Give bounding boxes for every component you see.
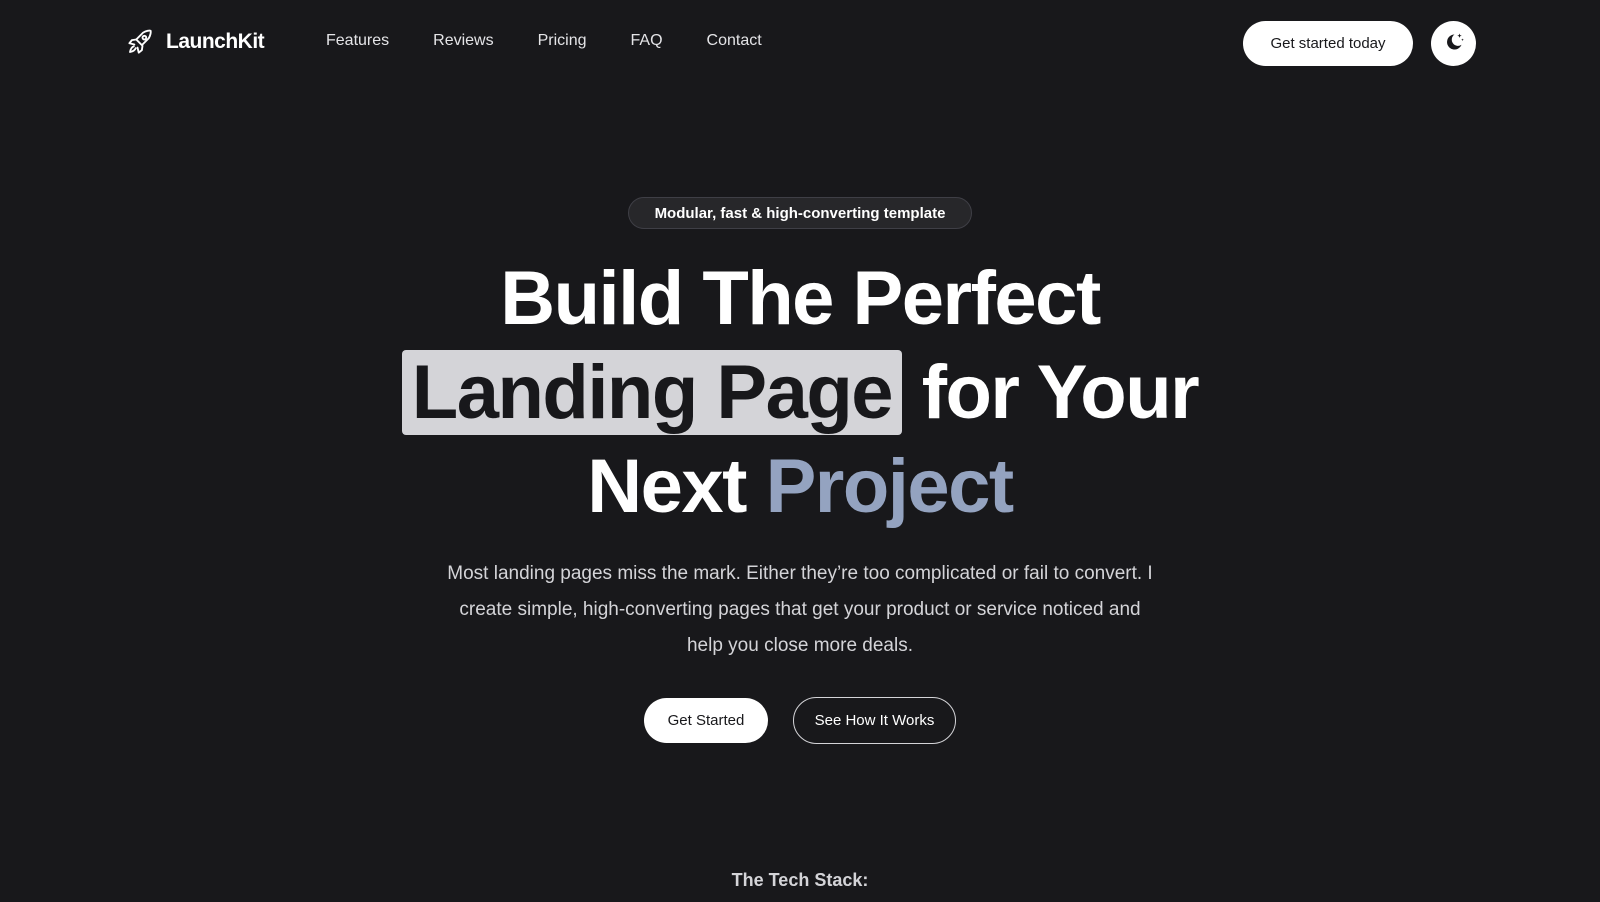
tech-stack-heading: The Tech Stack: [731, 870, 869, 890]
nav-links: Features Reviews Pricing FAQ Contact [326, 32, 762, 50]
hero-headline: Build The Perfect Landing Page for Your … [0, 252, 1600, 534]
nav-link-contact[interactable]: Contact [707, 32, 762, 50]
hero-badge: Modular, fast & high-converting template [628, 197, 972, 229]
brand-name: LaunchKit [166, 30, 265, 53]
landing-page: LaunchKit Features Reviews Pricing FAQ C… [0, 0, 1600, 902]
headline-highlight: Landing Page [401, 350, 903, 435]
nav-link-features[interactable]: Features [326, 32, 389, 50]
nav-link-pricing[interactable]: Pricing [538, 32, 587, 50]
headline-accent: Project [765, 444, 1015, 529]
top-nav: LaunchKit Features Reviews Pricing FAQ C… [0, 0, 1600, 86]
headline-line-3: Next Project [0, 440, 1600, 534]
headline-line-2-rest: for Your [921, 350, 1200, 435]
logo-link[interactable]: LaunchKit [124, 26, 265, 58]
theme-toggle-button[interactable] [1431, 21, 1476, 66]
hero-subtitle: Most landing pages miss the mark. Either… [447, 563, 1153, 656]
get-started-button[interactable]: Get Started [644, 698, 768, 743]
see-how-it-works-button[interactable]: See How It Works [793, 697, 956, 744]
moon-stars-icon [1442, 30, 1466, 57]
nav-link-faq[interactable]: FAQ [631, 32, 663, 50]
rocket-icon [124, 26, 156, 58]
nav-link-reviews[interactable]: Reviews [433, 32, 493, 50]
headline-line-3-start: Next [587, 444, 747, 529]
headline-line-2: Landing Page for Your [0, 346, 1600, 440]
headline-line-1: Build The Perfect [500, 256, 1101, 341]
get-started-today-button[interactable]: Get started today [1243, 21, 1413, 66]
